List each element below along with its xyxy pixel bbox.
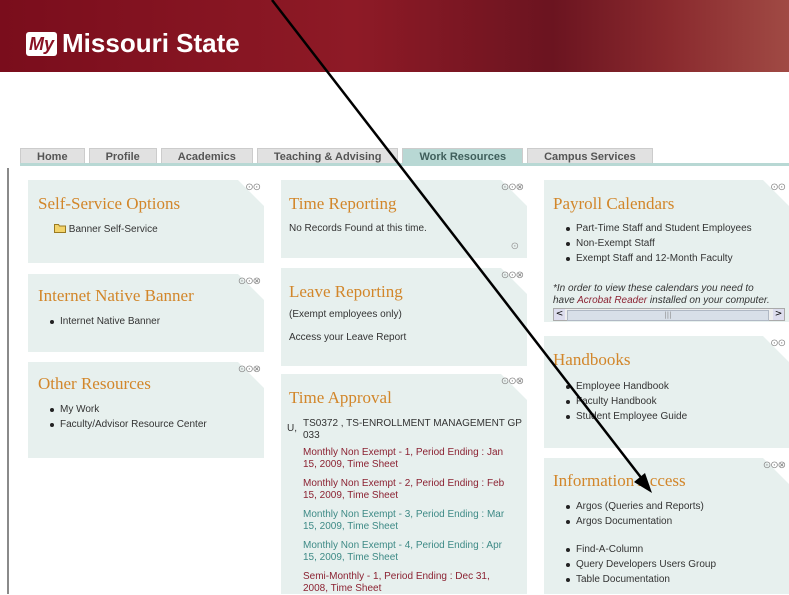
info-access-list-2: Find-A-Column Query Developers Users Gro… [564, 542, 716, 587]
acrobat-reader-link[interactable]: Acrobat Reader [577, 295, 647, 306]
panel-controls[interactable]: ⊙⊙⊗ [238, 364, 261, 375]
link-part-time-staff[interactable]: Part-Time Staff and Student Employees [564, 221, 752, 236]
header-banner: My Missouri State [0, 0, 789, 72]
info-access-list: Argos (Queries and Reports) Argos Docume… [564, 499, 704, 529]
panel-controls[interactable]: ⊙⊙ [245, 182, 261, 193]
note-prefix: have [553, 295, 578, 306]
acrobat-note-line1: *In order to view these calendars you ne… [553, 283, 754, 294]
panel-controls[interactable]: ⊙⊙ [770, 182, 786, 193]
panel-controls[interactable]: ⊙⊙⊗ [763, 460, 786, 471]
leave-note: (Exempt employees only) [289, 309, 402, 320]
link-student-employee-guide[interactable]: Student Employee Guide [564, 409, 687, 424]
note-suffix: installed on your computer. [647, 295, 770, 306]
refresh-icon[interactable]: ⊙ [511, 241, 519, 252]
link-employee-handbook[interactable]: Employee Handbook [564, 379, 687, 394]
panel-self-service: ⊙⊙ Self-Service Options Banner Self-Serv… [28, 180, 264, 263]
link-my-work[interactable]: My Work [48, 402, 207, 417]
panel-handbooks: ⊙⊙ Handbooks Employee Handbook Faculty H… [544, 336, 789, 448]
link-internet-native-banner[interactable]: Internet Native Banner [48, 314, 160, 329]
link-find-a-column[interactable]: Find-A-Column [564, 542, 716, 557]
approval-org: TS0372 , TS-ENROLLMENT MANAGEMENT GP 033 [303, 418, 522, 441]
scroll-left-button[interactable]: < [554, 309, 565, 320]
panel-time-approval: ⊙⊙⊗ Time Approval U, TS0372 , TS-ENROLLM… [281, 374, 527, 594]
panel-title: Time Reporting [289, 194, 397, 213]
banner-self-service-link[interactable]: Banner Self-Service [54, 223, 158, 235]
leave-report-link[interactable]: Access your Leave Report [289, 332, 406, 343]
link-exempt-staff[interactable]: Exempt Staff and 12-Month Faculty [564, 251, 752, 266]
panel-controls[interactable]: ⊙⊙⊗ [501, 270, 524, 281]
panel-time-reporting: ⊙⊙⊗ Time Reporting No Records Found at t… [281, 180, 527, 258]
panel-title: Internet Native Banner [38, 286, 194, 305]
panel-title: Handbooks [553, 350, 631, 369]
panel-controls[interactable]: ⊙⊙⊗ [238, 276, 261, 287]
panel-title: Payroll Calendars [553, 194, 675, 213]
link-query-developers-group[interactable]: Query Developers Users Group [564, 557, 716, 572]
time-sheet-link-2[interactable]: Monthly Non Exempt - 2, Period Ending : … [303, 478, 515, 502]
inb-list: Internet Native Banner [48, 314, 160, 329]
link-faculty-handbook[interactable]: Faculty Handbook [564, 394, 687, 409]
acrobat-note-line2: have Acrobat Reader installed on your co… [553, 295, 770, 306]
folder-icon [54, 224, 66, 233]
panel-internet-native-banner: ⊙⊙⊗ Internet Native Banner Internet Nati… [28, 274, 264, 352]
no-records-text: No Records Found at this time. [289, 223, 427, 234]
tab-underline [20, 163, 789, 166]
link-argos-documentation[interactable]: Argos Documentation [564, 514, 704, 529]
logo-my: My [26, 31, 58, 56]
panel-controls[interactable]: ⊙⊙⊗ [501, 376, 524, 387]
link-faculty-advisor-center[interactable]: Faculty/Advisor Resource Center [48, 417, 207, 432]
panel-payroll-calendars: ⊙⊙ Payroll Calendars Part-Time Staff and… [544, 180, 789, 322]
panel-title: Self-Service Options [38, 194, 181, 213]
panel-title: Leave Reporting [289, 282, 403, 301]
link-non-exempt-staff[interactable]: Non-Exempt Staff [564, 236, 752, 251]
panel-information-access: ⊙⊙⊗ Information Access Argos (Queries an… [544, 458, 789, 594]
banner-self-service-label: Banner Self-Service [68, 224, 158, 235]
panel-title: Information Access [553, 471, 686, 490]
scroll-thumb[interactable]: ||| [567, 310, 769, 321]
panel-leave-reporting: ⊙⊙⊗ Leave Reporting (Exempt employees on… [281, 268, 527, 366]
left-border [7, 168, 9, 594]
handbooks-list: Employee Handbook Faculty Handbook Stude… [564, 379, 687, 424]
logo-text: Missouri State [62, 28, 240, 58]
time-sheet-link-5[interactable]: Semi-Monthly - 1, Period Ending : Dec 31… [303, 571, 515, 595]
panel-other-resources: ⊙⊙⊗ Other Resources My Work Faculty/Advi… [28, 362, 264, 458]
link-argos[interactable]: Argos (Queries and Reports) [564, 499, 704, 514]
main-tabs: Home Profile Academics Teaching & Advisi… [20, 148, 657, 166]
horizontal-scrollbar[interactable]: < ||| > [553, 308, 785, 321]
payroll-list: Part-Time Staff and Student Employees No… [564, 221, 752, 266]
time-sheet-link-1[interactable]: Monthly Non Exempt - 1, Period Ending : … [303, 447, 515, 471]
panel-controls[interactable]: ⊙⊙⊗ [501, 182, 524, 193]
scroll-grip-icon: ||| [664, 311, 672, 319]
scroll-right-button[interactable]: > [773, 309, 784, 320]
approval-prefix: U, [287, 423, 297, 434]
other-resources-list: My Work Faculty/Advisor Resource Center [48, 402, 207, 432]
site-logo[interactable]: My Missouri State [26, 28, 240, 59]
time-sheet-link-3[interactable]: Monthly Non Exempt - 3, Period Ending : … [303, 509, 515, 533]
time-sheet-link-4[interactable]: Monthly Non Exempt - 4, Period Ending : … [303, 540, 515, 564]
panel-title: Time Approval [289, 388, 392, 407]
link-table-documentation[interactable]: Table Documentation [564, 572, 716, 587]
panel-controls[interactable]: ⊙⊙ [770, 338, 786, 349]
panel-title: Other Resources [38, 374, 151, 393]
